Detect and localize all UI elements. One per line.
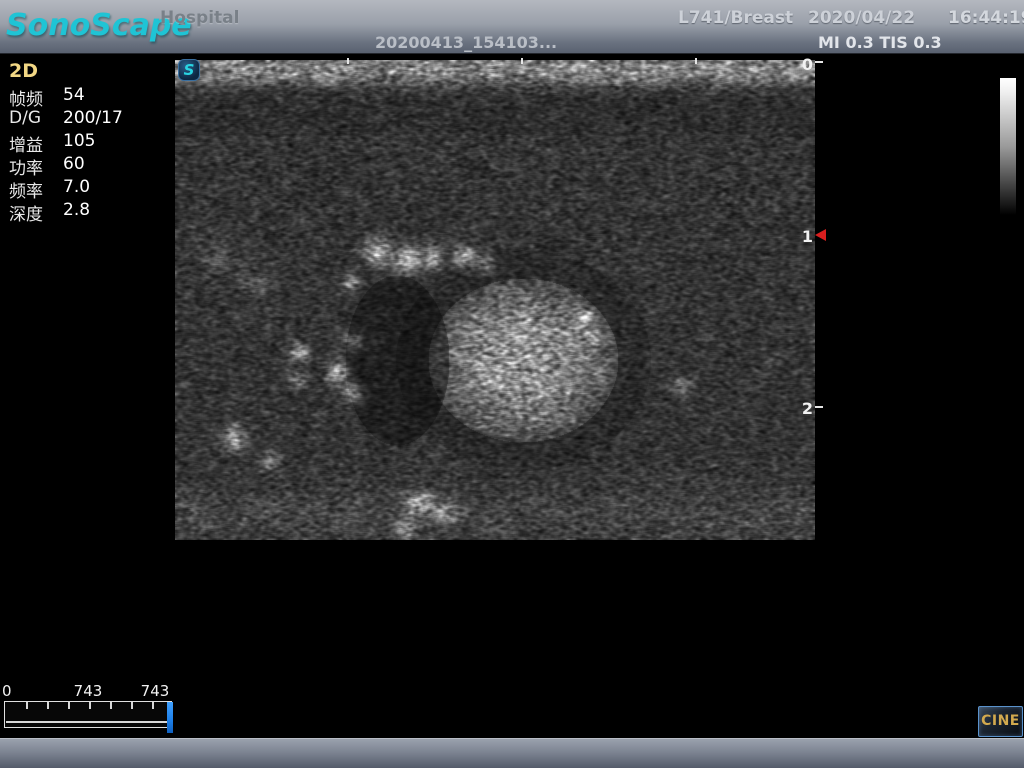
param-value: 200/17: [63, 108, 123, 128]
mode-label: 2D: [9, 60, 38, 82]
exam-id: 20200413_154103...: [375, 33, 557, 52]
cine-tick: [110, 702, 112, 709]
cine-track-line: [6, 721, 168, 723]
param-row-frequency: 频率 7.0: [9, 177, 174, 200]
cine-tick: [26, 702, 28, 709]
depth-marker-1: 1: [799, 227, 813, 246]
ultrasound-screen: SonoScape Hospital L741/Breast 2020/04/2…: [0, 0, 1024, 768]
param-value: 2.8: [63, 200, 90, 220]
param-label: 功率: [9, 154, 43, 179]
param-value: 105: [63, 131, 95, 151]
param-row-framerate: 帧频 54: [9, 85, 174, 108]
cine-position-cursor[interactable]: [167, 702, 173, 733]
param-label: 帧频: [9, 85, 43, 110]
param-value: 60: [63, 154, 85, 174]
ultrasound-image: [175, 60, 815, 540]
depth-tick: [815, 61, 823, 63]
depth-marker-2: 2: [799, 399, 813, 418]
depth-tick: [815, 406, 823, 408]
cine-tick: [89, 702, 91, 709]
cine-tick: [131, 702, 133, 709]
param-label: 增益: [9, 131, 43, 156]
cine-tick: [68, 702, 70, 709]
param-value: 7.0: [63, 177, 90, 197]
focus-position-arrow-icon[interactable]: [815, 229, 826, 241]
cine-tick: [47, 702, 49, 709]
orientation-marker-icon: S: [178, 59, 200, 81]
ruler-tick: [347, 58, 349, 64]
param-row-dg: D/G 200/17: [9, 108, 174, 131]
hospital-name: Hospital: [160, 8, 239, 28]
system-date: 2020/04/22: [808, 8, 915, 28]
cine-tick: [152, 702, 154, 709]
depth-marker-0: 0: [799, 55, 813, 74]
ruler-tick: [695, 58, 697, 64]
cine-progress-track[interactable]: [4, 701, 172, 728]
grayscale-map-bar: [1000, 78, 1016, 215]
cine-button[interactable]: CINE: [978, 706, 1023, 737]
param-label: 频率: [9, 177, 43, 202]
param-row-power: 功率 60: [9, 154, 174, 177]
system-time: 16:44:19: [948, 8, 1024, 28]
cine-total-frames: 743: [137, 682, 173, 700]
param-label: D/G: [9, 108, 41, 128]
mi-tis-values: MI 0.3 TIS 0.3: [818, 33, 942, 52]
title-bar: SonoScape Hospital L741/Breast 2020/04/2…: [0, 0, 1024, 54]
probe-preset: L741/Breast: [678, 8, 793, 28]
cine-start-frame: 0: [2, 682, 12, 700]
param-value: 54: [63, 85, 85, 105]
param-label: 深度: [9, 200, 43, 225]
cine-current-frame: 743: [70, 682, 106, 700]
ruler-tick: [521, 58, 523, 64]
param-row-gain: 增益 105: [9, 131, 174, 154]
taskbar: [0, 738, 1024, 768]
param-row-depth: 深度 2.8: [9, 200, 174, 223]
